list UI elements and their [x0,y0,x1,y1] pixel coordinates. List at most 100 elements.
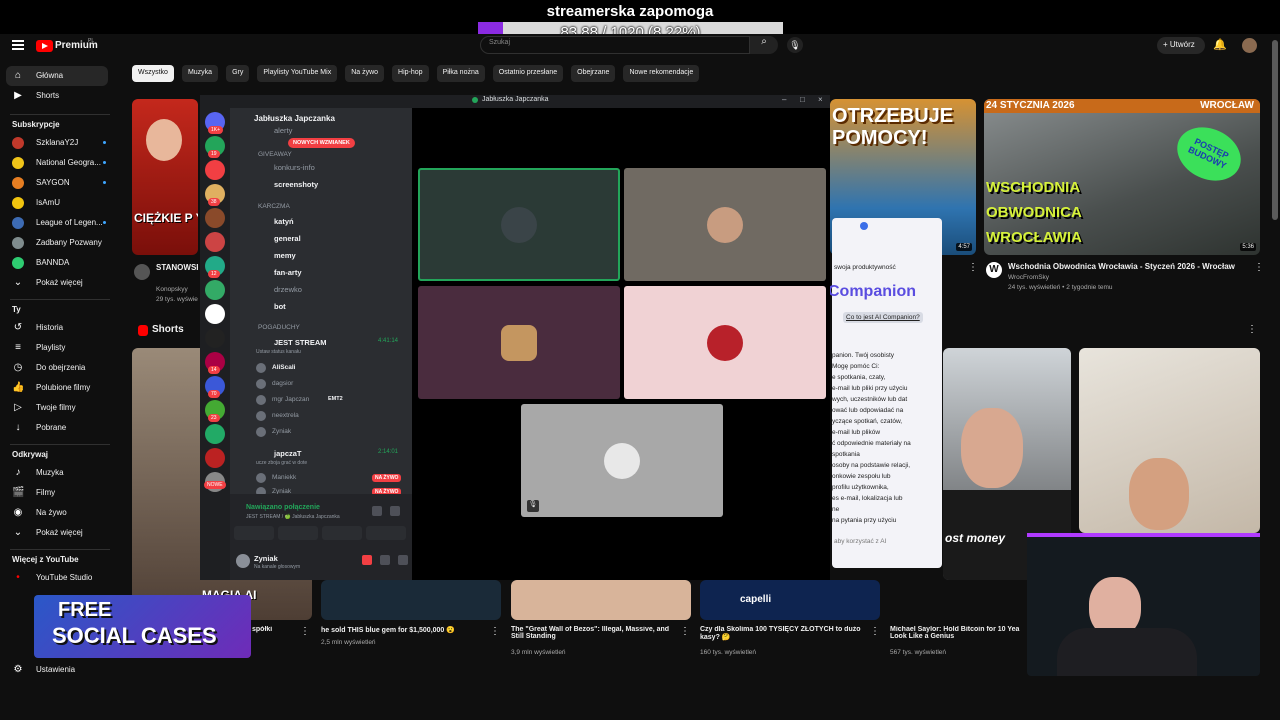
subscriptions-heading[interactable]: Subskrypcje [12,120,60,129]
sidebar-item-subscription[interactable]: BANNDA [6,253,108,273]
show-more-button[interactable]: ⌄ Pokaż więcej [6,523,108,543]
video-title[interactable]: Wschodnia Obwodnica Wrocławia - Styczeń … [1008,262,1248,271]
sidebar-item-subscription[interactable]: SzklanaY2J [6,133,108,153]
short-thumbnail[interactable] [511,580,691,620]
category-header[interactable]: POGADUCHY [258,324,300,331]
voice-channel[interactable]: JEST STREAM [274,338,327,347]
sidebar-item[interactable]: ↺ Historia [6,318,108,338]
server-icon[interactable] [205,232,225,252]
filter-chip[interactable]: Obejrzane [571,65,616,82]
user-avatar[interactable] [256,363,266,373]
mute-icon[interactable] [362,555,372,565]
avatar[interactable] [1242,38,1257,53]
maximize-button[interactable]: □ [800,95,805,104]
sidebar-item[interactable]: ♪ Muzyka [6,463,108,483]
voice-user[interactable]: dagsior [272,380,293,387]
video-thumbnail[interactable]: 24 STYCZNIA 2026 WROCŁAW WSCHODNIA OBWOD… [984,99,1260,255]
video-channel[interactable]: Konopskyy [156,286,198,293]
video-channel[interactable]: WrocFromSky [1008,274,1049,281]
filter-chip[interactable]: Wszystko [132,65,174,82]
short-thumbnail[interactable] [1079,348,1260,533]
participant-tile[interactable]: 🎙 [521,404,723,517]
sidebar-item[interactable]: ◉ Na żywo [6,503,108,523]
short-thumbnail[interactable] [321,580,501,620]
short-title[interactable]: he sold THIS blue gem for $1,500,000 😮 [321,626,486,634]
filter-chip[interactable]: Hip-hop [392,65,429,82]
more-options-icon[interactable]: ⋮ [968,262,978,273]
text-channel[interactable]: general [274,234,301,243]
sidebar-item-subscription[interactable]: National Geogra... [6,153,108,173]
filter-chip[interactable]: Na żywo [345,65,385,82]
you-heading[interactable]: Ty [12,305,21,314]
user-avatar[interactable] [256,411,266,421]
short-title[interactable]: The "Great Wall of Bezos": Illegal, Mass… [511,626,676,640]
text-channel[interactable]: konkurs-info [274,163,315,172]
user-avatar[interactable] [256,427,266,437]
gear-icon[interactable] [398,555,408,565]
minimize-button[interactable]: – [782,95,786,104]
mic-icon[interactable]: 🎙 [787,37,803,53]
short-title[interactable]: Michael Saylor: Hold Bitcoin for 10 Yea … [890,626,1025,640]
sidebar-item-subscription[interactable]: IsAmU [6,193,108,213]
text-channel[interactable]: fan-arty [274,268,302,277]
noise-suppression-icon[interactable] [390,506,400,516]
user-avatar[interactable] [256,473,266,483]
server-icon[interactable] [205,328,225,348]
text-channel[interactable]: alerty [274,126,292,135]
voice-channel[interactable]: japczaT [274,449,302,458]
voice-user[interactable]: neextrela [272,412,299,419]
text-channel[interactable]: katyń [274,217,294,226]
text-channel[interactable]: drzewko [274,285,302,294]
create-button[interactable]: + Utwórz [1157,37,1205,54]
user-name[interactable]: Zyniak [254,554,278,563]
activities-icon[interactable] [322,526,362,540]
scrollbar[interactable] [1272,40,1278,220]
close-button[interactable]: × [818,95,823,104]
participant-tile[interactable] [418,168,620,281]
new-mentions-banner[interactable]: NOWYCH WZMIANEK [288,138,355,148]
voice-user[interactable]: Zyniak [272,428,291,435]
voice-user[interactable]: mgr Japczan [272,396,309,403]
sidebar-item[interactable]: ↓ Pobrane [6,418,108,438]
bell-icon[interactable]: 🔔 [1213,38,1227,51]
category-header[interactable]: KARCZMA [258,203,290,210]
participant-tile[interactable] [418,286,620,399]
user-avatar[interactable] [236,554,250,568]
filter-chip[interactable]: Piłka nożna [436,65,485,82]
voice-user[interactable]: Maniekk [272,474,296,481]
filter-chip[interactable]: Playlisty YouTube Mix [257,65,338,82]
participant-tile[interactable] [624,168,826,281]
show-more-button[interactable]: ⌄ Pokaż więcej [6,273,108,293]
sidebar-item[interactable]: ▶ Shorts [6,86,108,106]
camera-icon[interactable] [234,526,274,540]
headphones-icon[interactable] [380,555,390,565]
more-options-icon[interactable]: ⋮ [490,626,500,637]
server-icon[interactable] [205,160,225,180]
disconnect-icon[interactable] [372,506,382,516]
more-options-icon[interactable]: ⋮ [870,626,880,637]
companion-input[interactable]: aby korzystać z AI [834,538,886,545]
search-button[interactable]: ⌕ [750,36,778,54]
youtube-logo-icon[interactable] [36,40,53,52]
participant-tile[interactable] [624,286,826,399]
sidebar-item[interactable]: ⌂ Główna [6,66,108,86]
filter-chip[interactable]: Nowe rekomendacje [623,65,700,82]
text-channel[interactable]: screenshoty [274,180,318,189]
search-input[interactable]: Szukaj [480,36,750,54]
connection-status[interactable]: Nawiązano połączenie [246,504,320,511]
filter-chip[interactable]: Gry [226,65,250,82]
sidebar-item[interactable]: 👍 Polubione filmy [6,378,108,398]
more-options-icon[interactable]: ⋮ [1254,262,1264,273]
user-avatar[interactable] [256,379,266,389]
short-title[interactable]: Czy dla Skolima 100 TYSIĘCY ZŁOTYCH to d… [700,626,865,641]
sidebar-item[interactable]: • YouTube Studio [6,568,108,588]
sidebar-item[interactable]: ▷ Twoje filmy [6,398,108,418]
server-icon[interactable] [205,280,225,300]
video-title[interactable]: STANOWSK GRANDE CO [156,263,198,272]
more-options-icon[interactable]: ⋮ [1247,324,1257,335]
channel-avatar[interactable]: W [986,262,1002,278]
category-header[interactable]: GIVEAWAY [258,151,292,158]
filter-chip[interactable]: Muzyka [181,65,219,82]
settings-button[interactable]: ⚙ Ustawienia [6,660,108,680]
channel-avatar[interactable] [134,264,150,280]
